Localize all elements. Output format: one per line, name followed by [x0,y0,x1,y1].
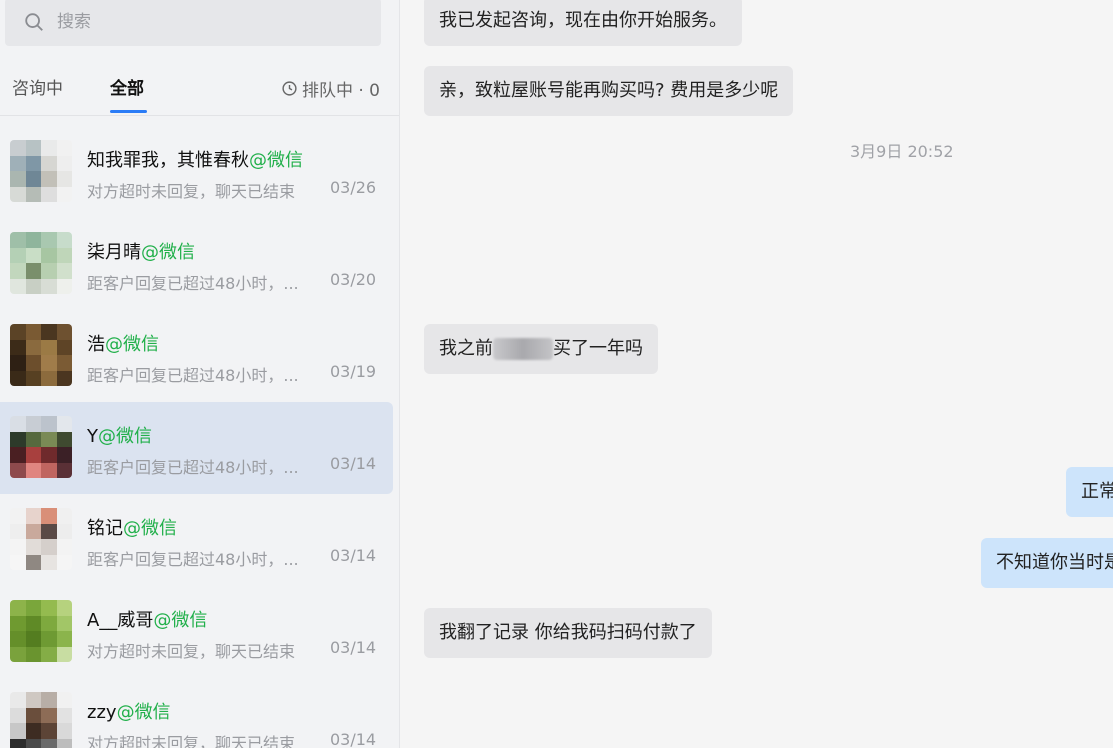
conversation-item[interactable]: zzy@微信 对方超时未回复，聊天已结束 03/14 [0,678,393,748]
message-preview: 对方超时未回复，聊天已结束 [87,734,296,748]
contact-name: A__威哥@微信 [87,610,208,631]
redacted-text [493,338,553,360]
chat-panel: 我已发起咨询，现在由你开始服务。 亲，致粒屋账号能再购买吗? 费用是多少呢 3月… [401,0,1113,748]
conversation-item[interactable]: 柒月晴@微信 距客户回复已超过48小时，... 03/20 [0,218,393,310]
message-date: 03/19 [330,362,377,381]
conversation-item[interactable]: 铭记@微信 距客户回复已超过48小时，... 03/14 [0,494,393,586]
message-date: 03/14 [330,546,377,565]
conversation-item[interactable]: 知我罪我，其惟春秋@微信 对方超时未回复，聊天已结束 03/26 [0,126,393,218]
contact-name: 知我罪我，其惟春秋@微信 [87,150,303,171]
tab-bar: 咨询中 全部 排队中 · 0 [0,62,399,116]
source-tag: @微信 [123,518,177,539]
search-input[interactable] [57,12,357,32]
search-box[interactable] [5,0,381,46]
message-date: 03/14 [330,454,377,473]
message-timestamp: 3月9日 20:52 [850,142,954,161]
message-date: 03/14 [330,730,377,748]
incoming-message: 我已发起咨询，现在由你开始服务。 [424,0,742,46]
queue-label: 排队中 · 0 [301,81,380,101]
message-preview: 距客户回复已超过48小时，... [87,366,299,385]
avatar [10,692,72,748]
message-preview: 对方超时未回复，聊天已结束 [87,642,296,661]
source-tag: @微信 [153,610,208,631]
tab-consulting[interactable]: 咨询中 [12,74,63,99]
conversation-item-selected[interactable]: Y@微信 距客户回复已超过48小时，... 03/14 [0,402,393,494]
conversation-item[interactable]: A__威哥@微信 对方超时未回复，聊天已结束 03/14 [0,586,393,678]
contact-name: Y@微信 [87,426,152,447]
message-preview: 距客户回复已超过48小时，... [87,550,299,569]
message-date: 03/14 [330,638,377,657]
incoming-message: 亲，致粒屋账号能再购买吗? 费用是多少呢 [424,66,794,116]
avatar [10,508,72,570]
outgoing-message: 正常 [1066,467,1113,517]
avatar [10,232,72,294]
contact-name: 柒月晴@微信 [87,242,195,263]
tab-all[interactable]: 全部 [110,74,144,99]
contact-name: 铭记@微信 [87,518,177,539]
queue-status[interactable]: 排队中 · 0 [281,76,380,101]
contact-name: zzy@微信 [87,702,171,723]
message-preview: 距客户回复已超过48小时，... [87,274,299,293]
message-text-after: 买了一年吗 [553,338,643,359]
contact-name: 浩@微信 [87,334,159,355]
message-text-before: 我之前 [439,338,493,359]
message-date: 03/20 [330,270,377,289]
message-preview: 对方超时未回复，聊天已结束 [87,182,296,201]
avatar [10,324,72,386]
conversation-sidebar: 咨询中 全部 排队中 · 0 知我罪我，其惟春秋@微信 对方超时未回复，聊天已结… [0,0,400,748]
avatar [10,600,72,662]
source-tag: @微信 [141,242,195,263]
avatar [10,140,72,202]
search-icon [25,13,43,31]
clock-icon [282,81,297,96]
avatar [10,416,72,478]
source-tag: @微信 [98,426,152,447]
source-tag: @微信 [116,702,171,723]
message-date: 03/26 [330,178,377,197]
conversation-item[interactable]: 浩@微信 距客户回复已超过48小时，... 03/19 [0,310,393,402]
incoming-message: 我翻了记录 你给我码扫码付款了 [424,608,712,658]
outgoing-message: 不知道你当时是 [981,538,1113,588]
incoming-message: 我之前 买了一年吗 [424,324,658,374]
message-preview: 距客户回复已超过48小时，... [87,458,299,477]
source-tag: @微信 [249,150,303,171]
active-tab-indicator [110,110,147,113]
source-tag: @微信 [105,334,159,355]
